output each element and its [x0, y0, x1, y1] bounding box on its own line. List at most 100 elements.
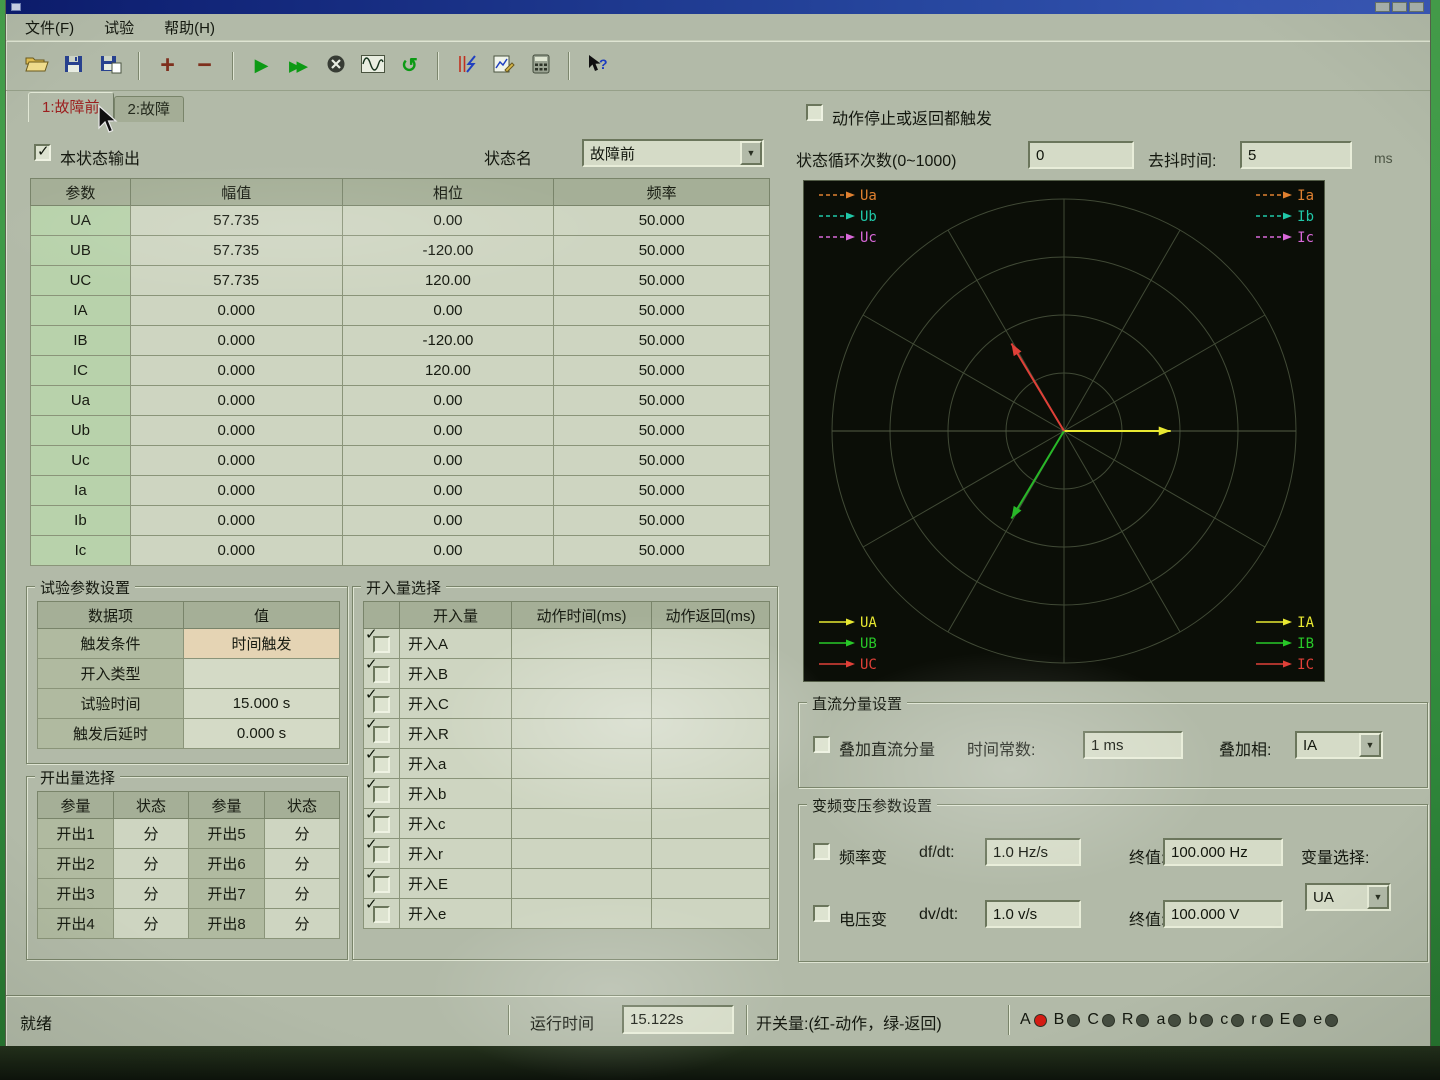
value-cell[interactable]: 0.000 s: [184, 719, 340, 749]
input-checkbox[interactable]: ✓: [373, 786, 390, 803]
phase-cell[interactable]: 0.00: [342, 506, 554, 536]
voltage-change-checkbox[interactable]: ✓: [813, 905, 830, 922]
phase-cell[interactable]: 0.00: [342, 476, 554, 506]
input-checkbox-cell[interactable]: ✓: [364, 689, 400, 719]
menu-help[interactable]: 帮助(H): [149, 14, 230, 41]
output-state-cell[interactable]: 分: [114, 849, 189, 879]
trigger-mode-checkbox[interactable]: ✓: [806, 104, 823, 121]
cycle-count-input[interactable]: [1028, 141, 1134, 169]
phase-cell[interactable]: -120.00: [342, 236, 554, 266]
calculator-button[interactable]: [522, 49, 559, 83]
output-state-cell[interactable]: 分: [114, 909, 189, 939]
value-cell[interactable]: [184, 659, 340, 689]
phase-cell[interactable]: -120.00: [342, 326, 554, 356]
input-checkbox[interactable]: ✓: [373, 906, 390, 923]
time-constant-input[interactable]: [1083, 731, 1183, 759]
phase-cell[interactable]: 0.00: [342, 386, 554, 416]
frequency-final-input[interactable]: [1163, 838, 1283, 866]
phase-cell[interactable]: 0.00: [342, 296, 554, 326]
variable-select-combo[interactable]: UA ▼: [1305, 883, 1391, 911]
menu-test[interactable]: 试验: [89, 14, 149, 41]
debounce-input[interactable]: [1240, 141, 1352, 169]
output-state-cell[interactable]: 分: [265, 819, 340, 849]
input-checkbox-cell[interactable]: ✓: [364, 869, 400, 899]
close-button[interactable]: [1409, 2, 1424, 12]
amplitude-cell[interactable]: 0.000: [130, 446, 342, 476]
output-state-cell[interactable]: 分: [114, 879, 189, 909]
input-checkbox[interactable]: ✓: [373, 876, 390, 893]
output-state-cell[interactable]: 分: [265, 879, 340, 909]
report-button[interactable]: [485, 49, 522, 83]
amplitude-cell[interactable]: 0.000: [130, 506, 342, 536]
amplitude-cell[interactable]: 57.735: [130, 236, 342, 266]
input-checkbox-cell[interactable]: ✓: [364, 839, 400, 869]
state-output-checkbox[interactable]: ✓: [34, 144, 51, 161]
run-all-button[interactable]: ▶▶: [280, 49, 317, 83]
output-state-cell[interactable]: 分: [265, 849, 340, 879]
fault-calc-button[interactable]: [448, 49, 485, 83]
input-checkbox[interactable]: ✓: [373, 816, 390, 833]
frequency-cell[interactable]: 50.000: [554, 266, 770, 296]
maximize-button[interactable]: [1392, 2, 1407, 12]
frequency-cell[interactable]: 50.000: [554, 296, 770, 326]
add-state-button[interactable]: +: [149, 49, 186, 83]
state-name-combo[interactable]: 故障前 ▼: [582, 139, 764, 167]
amplitude-cell[interactable]: 57.735: [130, 266, 342, 296]
frequency-cell[interactable]: 50.000: [554, 206, 770, 236]
frequency-cell[interactable]: 50.000: [554, 536, 770, 566]
phase-cell[interactable]: 120.00: [342, 356, 554, 386]
amplitude-cell[interactable]: 0.000: [130, 416, 342, 446]
frequency-cell[interactable]: 50.000: [554, 326, 770, 356]
phase-cell[interactable]: 120.00: [342, 266, 554, 296]
output-state-cell[interactable]: 分: [265, 909, 340, 939]
amplitude-cell[interactable]: 0.000: [130, 326, 342, 356]
dfdt-input[interactable]: [985, 838, 1081, 866]
input-checkbox-cell[interactable]: ✓: [364, 719, 400, 749]
waveform-button[interactable]: [354, 49, 391, 83]
input-checkbox[interactable]: ✓: [373, 696, 390, 713]
minimize-button[interactable]: [1375, 2, 1390, 12]
input-checkbox-cell[interactable]: ✓: [364, 809, 400, 839]
superimpose-phase-combo[interactable]: IA ▼: [1295, 731, 1383, 759]
amplitude-cell[interactable]: 0.000: [130, 356, 342, 386]
input-checkbox[interactable]: ✓: [373, 726, 390, 743]
frequency-cell[interactable]: 50.000: [554, 356, 770, 386]
amplitude-cell[interactable]: 0.000: [130, 536, 342, 566]
phase-cell[interactable]: 0.00: [342, 416, 554, 446]
frequency-cell[interactable]: 50.000: [554, 476, 770, 506]
voltage-final-input[interactable]: [1163, 900, 1283, 928]
open-button[interactable]: [18, 49, 55, 83]
amplitude-cell[interactable]: 0.000: [130, 476, 342, 506]
frequency-cell[interactable]: 50.000: [554, 446, 770, 476]
save-button[interactable]: [55, 49, 92, 83]
amplitude-cell[interactable]: 57.735: [130, 206, 342, 236]
phase-cell[interactable]: 0.00: [342, 206, 554, 236]
help-button[interactable]: ?: [579, 49, 616, 83]
stop-button[interactable]: [317, 49, 354, 83]
input-checkbox[interactable]: ✓: [373, 636, 390, 653]
dvdt-input[interactable]: [985, 900, 1081, 928]
remove-state-button[interactable]: −: [186, 49, 223, 83]
input-checkbox[interactable]: ✓: [373, 666, 390, 683]
frequency-cell[interactable]: 50.000: [554, 416, 770, 446]
phase-cell[interactable]: 0.00: [342, 446, 554, 476]
frequency-cell[interactable]: 50.000: [554, 236, 770, 266]
save-report-button[interactable]: [92, 49, 129, 83]
dc-superimpose-checkbox[interactable]: ✓: [813, 736, 830, 753]
input-checkbox-cell[interactable]: ✓: [364, 779, 400, 809]
frequency-cell[interactable]: 50.000: [554, 506, 770, 536]
input-checkbox-cell[interactable]: ✓: [364, 629, 400, 659]
value-cell[interactable]: 时间触发: [184, 629, 340, 659]
output-state-cell[interactable]: 分: [114, 819, 189, 849]
input-checkbox-cell[interactable]: ✓: [364, 659, 400, 689]
menu-file[interactable]: 文件(F): [10, 14, 89, 41]
amplitude-cell[interactable]: 0.000: [130, 296, 342, 326]
chevron-down-icon[interactable]: ▼: [1359, 733, 1381, 757]
chevron-down-icon[interactable]: ▼: [1367, 885, 1389, 909]
frequency-cell[interactable]: 50.000: [554, 386, 770, 416]
input-checkbox-cell[interactable]: ✓: [364, 749, 400, 779]
value-cell[interactable]: 15.000 s: [184, 689, 340, 719]
frequency-change-checkbox[interactable]: ✓: [813, 843, 830, 860]
undo-button[interactable]: ↺: [391, 49, 428, 83]
input-checkbox[interactable]: ✓: [373, 756, 390, 773]
